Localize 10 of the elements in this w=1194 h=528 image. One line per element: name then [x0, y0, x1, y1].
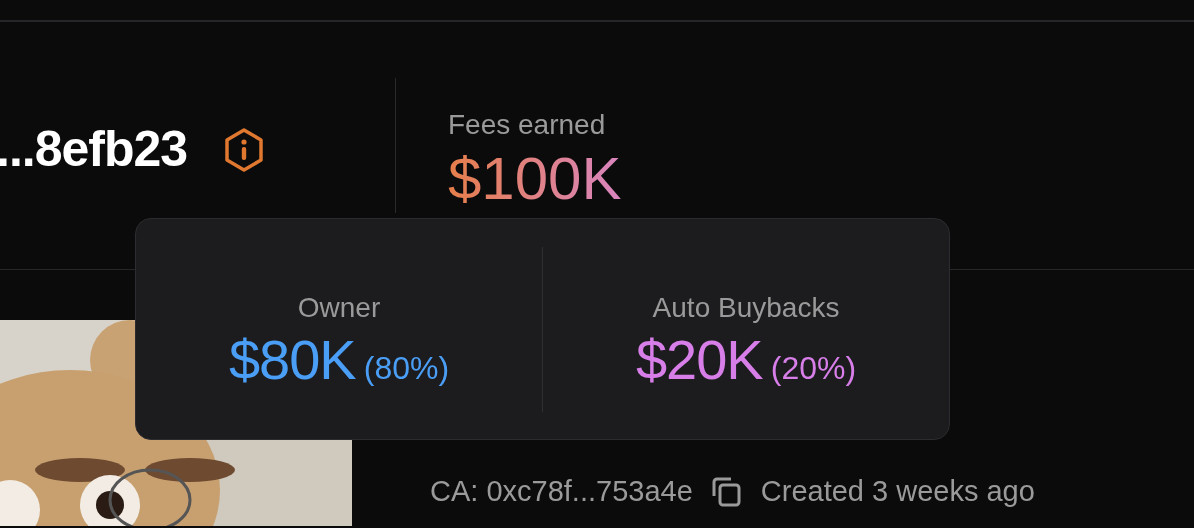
created-date: Created 3 weeks ago	[760, 474, 1035, 510]
token-name: ...8efb23	[0, 120, 188, 179]
split-value: $80K	[228, 328, 356, 391]
split-percent: (20%)	[770, 348, 857, 388]
contract-address: CA: 0xc78f...753a4e	[430, 474, 693, 510]
split-value: $20K	[635, 328, 763, 391]
split-label: Owner	[297, 290, 381, 325]
split-percent: (80%)	[363, 348, 450, 388]
split-label: Auto Buybacks	[652, 290, 840, 325]
fees-label: Fees earned	[448, 108, 607, 142]
